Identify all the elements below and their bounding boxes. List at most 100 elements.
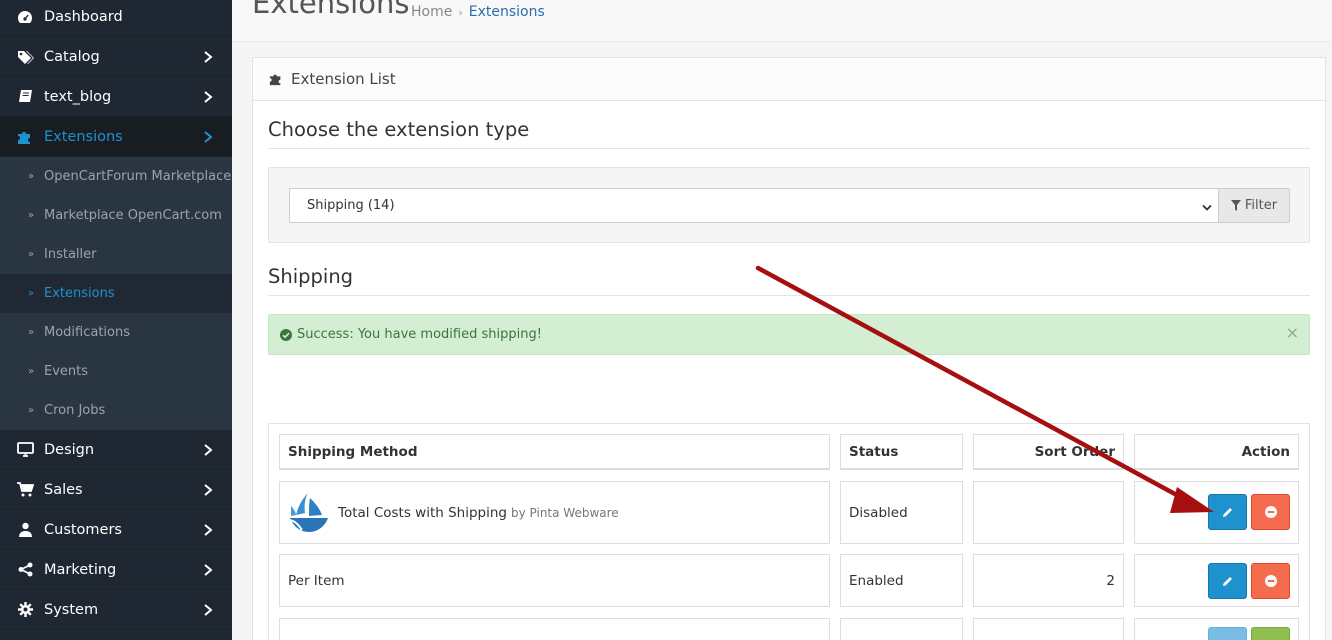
panel-heading-label: Extension List (291, 70, 396, 88)
book-icon (0, 89, 44, 104)
double-chevron-icon: » (28, 249, 35, 260)
double-chevron-icon: » (28, 327, 35, 338)
sidebar-item-label: Sales (44, 481, 83, 498)
table-row-sort-order-cell (973, 618, 1124, 640)
double-chevron-icon: » (28, 171, 35, 182)
chevron-right-icon (204, 51, 213, 63)
panel-heading: Extension List (253, 58, 1325, 101)
submenu-item-label: Events (44, 364, 89, 379)
breadcrumb-extensions-link[interactable]: Extensions (469, 4, 545, 20)
page-header: Extensions Home › Extensions (232, 0, 1332, 42)
filter-well: Shipping (14) Filter (268, 167, 1310, 243)
double-chevron-icon: » (28, 405, 35, 416)
submenu-item-label: Marketplace OpenCart.com (44, 208, 222, 223)
chevron-right-icon (204, 564, 213, 576)
section-title: Shipping (268, 265, 354, 288)
dashboard-icon (0, 10, 44, 24)
extension-type-select[interactable]: Shipping (14) (289, 188, 1219, 223)
table-row-status-cell: Enabled (840, 554, 963, 607)
alert-message: Success: You have modified shipping! (297, 327, 542, 342)
install-button[interactable] (1251, 627, 1290, 640)
submenu-item-label: Modifications (44, 325, 131, 340)
sidebar-item-marketing[interactable]: Marketing (0, 550, 232, 590)
sidebar-item-label: System (44, 601, 99, 618)
double-chevron-icon: » (28, 210, 35, 221)
breadcrumb-home-link[interactable]: Home (411, 4, 452, 20)
chevron-right-icon (204, 524, 213, 536)
shipping-method-author: by Pinta Webware (510, 505, 619, 520)
filter-icon (1230, 200, 1241, 211)
share-icon (0, 562, 44, 577)
shipping-method-name: Total Costs with Shipping (338, 504, 507, 521)
pencil-icon (1223, 576, 1232, 586)
submenu-item-opencartforum-marketplace[interactable]: » OpenCartForum Marketplace (0, 157, 232, 196)
double-chevron-icon: » (28, 366, 35, 377)
table-row-sort-order-cell (973, 481, 1124, 544)
sidebar-item-system[interactable]: System (0, 590, 232, 630)
double-chevron-icon: » (28, 288, 35, 299)
submenu-item-label: OpenCartForum Marketplace (44, 169, 232, 184)
chevron-down-icon (1202, 201, 1212, 216)
breadcrumb: Home › Extensions (411, 4, 545, 20)
chevron-right-icon (204, 604, 213, 616)
table-row-name-cell (279, 618, 830, 640)
sidebar-item-label: Dashboard (44, 8, 123, 25)
sidebar-item-catalog[interactable]: Catalog (0, 37, 232, 77)
gear-icon (0, 602, 44, 617)
chevron-right-icon (204, 444, 213, 456)
table-row-name-cell: Per Item (279, 554, 830, 607)
user-icon (0, 522, 44, 537)
filter-button-label: Filter (1244, 198, 1278, 213)
submenu-item-installer[interactable]: » Installer (0, 235, 232, 274)
submenu-item-label: Installer (44, 247, 97, 262)
sidebar-item-dashboard[interactable]: Dashboard (0, 0, 232, 37)
page-title: Extensions (252, 0, 410, 20)
submenu-item-cron-jobs[interactable]: » Cron Jobs (0, 391, 232, 430)
sidebar-item-label: Extensions (44, 128, 123, 145)
table-row-sort-order-cell: 2 (973, 554, 1124, 607)
tags-icon (0, 50, 44, 64)
column-header-shipping-method: Shipping Method (279, 434, 830, 470)
breadcrumb-separator: › (458, 6, 463, 19)
sidebar-item-customers[interactable]: Customers (0, 510, 232, 550)
sidebar-item-text-blog[interactable]: text_blog (0, 77, 232, 117)
table-row-status-cell: Disabled (840, 481, 963, 544)
puzzle-icon (0, 129, 44, 145)
sidebar-item-design[interactable]: Design (0, 430, 232, 470)
chevron-right-icon (204, 91, 213, 103)
select-value: Shipping (14) (307, 198, 395, 213)
edit-button[interactable] (1208, 494, 1247, 530)
monitor-icon (0, 442, 44, 457)
sidebar-item-label: Design (44, 441, 95, 458)
table-row-status-cell (840, 618, 963, 640)
submenu-item-label: Extensions (44, 286, 115, 301)
divider (268, 148, 1310, 149)
table-row-name-cell: Total Costs with Shipping by Pinta Webwa… (279, 481, 830, 544)
column-header-action: Action (1134, 434, 1299, 470)
edit-button[interactable] (1208, 563, 1247, 599)
pencil-icon (1223, 507, 1232, 517)
column-header-status: Status (840, 434, 963, 470)
submenu-item-events[interactable]: » Events (0, 352, 232, 391)
submenu-item-modifications[interactable]: » Modifications (0, 313, 232, 352)
close-icon[interactable]: × (1286, 323, 1299, 342)
sidebar-item-label: Marketing (44, 561, 117, 578)
column-header-sort-order: Sort Order (973, 434, 1124, 470)
sidebar-item-extensions[interactable]: Extensions (0, 117, 232, 157)
filter-button[interactable]: Filter (1218, 188, 1290, 223)
minus-circle-icon (1264, 506, 1277, 518)
divider (268, 295, 1310, 296)
sidebar-item-sales[interactable]: Sales (0, 470, 232, 510)
uninstall-button[interactable] (1251, 494, 1290, 530)
sidebar: Dashboard Catalog text_blog Extensions »… (0, 0, 232, 640)
puzzle-icon (269, 72, 283, 86)
check-circle-icon (280, 328, 292, 341)
submenu-item-extensions[interactable]: » Extensions (0, 274, 232, 313)
chevron-right-icon (204, 131, 213, 143)
submenu-item-label: Cron Jobs (44, 403, 106, 418)
submenu-item-marketplace-opencart[interactable]: » Marketplace OpenCart.com (0, 196, 232, 235)
uninstall-button[interactable] (1251, 563, 1290, 599)
success-alert: Success: You have modified shipping! × (268, 314, 1310, 355)
sidebar-item-label: Customers (44, 521, 122, 538)
edit-button[interactable] (1208, 627, 1247, 640)
